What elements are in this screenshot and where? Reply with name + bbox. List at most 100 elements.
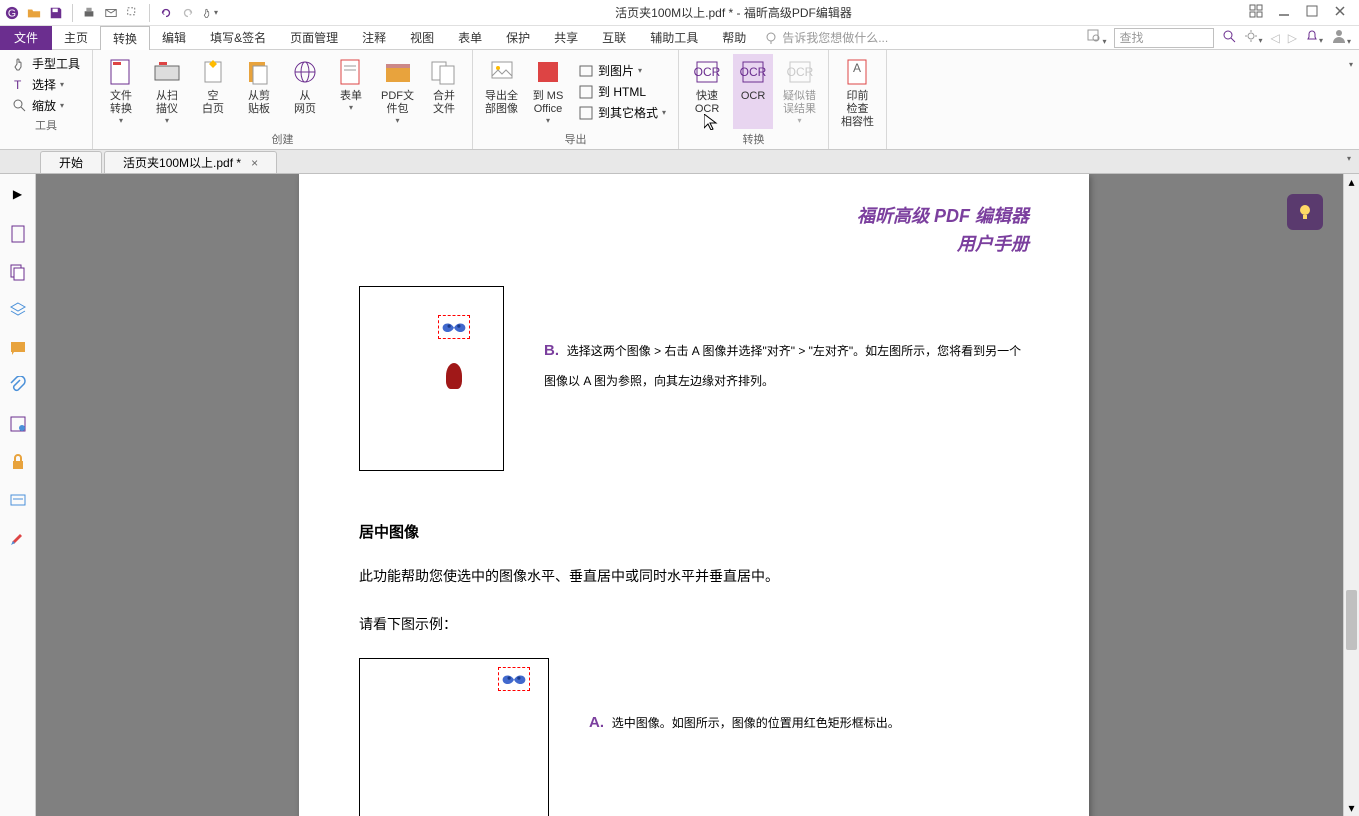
menu-form[interactable]: 表单	[446, 26, 494, 50]
lightbulb-icon	[764, 31, 778, 45]
quick-ocr-button[interactable]: OCR快速 OCR	[687, 54, 727, 129]
settings-gear-icon[interactable]: ▾	[1244, 29, 1262, 46]
attachments-icon[interactable]	[8, 376, 28, 396]
vertical-scrollbar[interactable]: ▴ ▾	[1343, 174, 1359, 816]
butterfly-image	[498, 667, 530, 691]
form-fields-icon[interactable]	[8, 490, 28, 510]
list-item-a: A. 选中图像。如图所示，图像的位置用红色矩形框标出。	[589, 708, 1029, 738]
menu-edit[interactable]: 编辑	[150, 26, 198, 50]
layers-icon[interactable]	[8, 300, 28, 320]
comments-icon[interactable]	[8, 338, 28, 358]
svg-text:OCR: OCR	[786, 65, 813, 79]
form-button[interactable]: 表单▾	[331, 54, 371, 129]
ribbon-collapse-icon[interactable]: ▾	[1349, 60, 1353, 69]
fullscreen-icon[interactable]	[1249, 4, 1263, 21]
bell-icon[interactable]: ▾	[1305, 29, 1323, 46]
file-convert-button[interactable]: 文件 转换▾	[101, 54, 141, 129]
maximize-icon[interactable]	[1305, 4, 1319, 21]
security-icon[interactable]	[8, 452, 28, 472]
bookmarks-icon[interactable]	[8, 224, 28, 244]
window-title: 活页夹100M以上.pdf * - 福昕高级PDF编辑器	[218, 4, 1249, 21]
ocr-button[interactable]: OCROCR	[733, 54, 773, 129]
to-html-button[interactable]: 到 HTML	[574, 82, 670, 101]
svg-text:A: A	[853, 61, 861, 75]
document-tabs: 开始 活页夹100M以上.pdf *× ▾	[0, 150, 1359, 174]
paragraph: 此功能帮助您使选中的图像水平、垂直居中或同时水平并垂直居中。	[359, 562, 1029, 590]
ocr-suspect-button[interactable]: OCR疑似错 误结果▾	[779, 54, 820, 129]
create-group-label: 创建	[272, 129, 294, 147]
save-icon[interactable]	[48, 5, 64, 21]
search-go-icon[interactable]	[1222, 29, 1236, 46]
menu-protect[interactable]: 保护	[494, 26, 542, 50]
minimize-icon[interactable]	[1277, 4, 1291, 21]
redo-icon[interactable]	[180, 5, 196, 21]
menu-fillsign[interactable]: 填写&签名	[198, 26, 278, 50]
pages-icon[interactable]	[8, 262, 28, 282]
nav-next-icon[interactable]: ▷	[1288, 31, 1297, 45]
tab-document[interactable]: 活页夹100M以上.pdf *×	[104, 151, 277, 173]
select-tool[interactable]: T选择▾	[8, 75, 84, 94]
tools-group-label: 工具	[35, 115, 57, 133]
blank-page-button[interactable]: 空 白页	[193, 54, 233, 129]
example-image-box-2	[359, 658, 549, 816]
svg-text:T: T	[14, 78, 22, 92]
menu-convert[interactable]: 转换	[100, 26, 150, 50]
titlebar: G ▾ 活页夹100M以上.pdf * - 福昕高级PDF编辑器	[0, 0, 1359, 26]
menu-pagemgmt[interactable]: 页面管理	[278, 26, 350, 50]
from-scanner-button[interactable]: 从扫 描仪▾	[147, 54, 187, 129]
menu-home[interactable]: 主页	[52, 26, 100, 50]
menu-view[interactable]: 视图	[398, 26, 446, 50]
menu-share[interactable]: 共享	[542, 26, 590, 50]
close-icon[interactable]	[1333, 4, 1347, 21]
sidebar: ▶	[0, 174, 36, 816]
document-canvas[interactable]: 福昕高级 PDF 编辑器 用户手册 B. 选择这两个图像 > 右击 A 图像并选…	[36, 174, 1343, 816]
mail-icon[interactable]	[103, 5, 119, 21]
tellme-search[interactable]: 告诉我您想做什么...	[758, 29, 888, 46]
nav-prev-icon[interactable]: ◁	[1271, 31, 1280, 45]
user-icon[interactable]: ▾	[1331, 28, 1351, 47]
section-heading: 居中图像	[359, 521, 1029, 542]
menubar: 文件 主页 转换 编辑 填写&签名 页面管理 注释 视图 表单 保护 共享 互联…	[0, 26, 1359, 50]
open-icon[interactable]	[26, 5, 42, 21]
example-image-box	[359, 286, 504, 471]
zoom-tool[interactable]: 缩放▾	[8, 96, 84, 115]
undo-icon[interactable]	[158, 5, 174, 21]
menu-help[interactable]: 帮助	[710, 26, 758, 50]
scroll-up-icon[interactable]: ▴	[1344, 174, 1359, 190]
menu-comment[interactable]: 注释	[350, 26, 398, 50]
hand-tool[interactable]: 手型工具	[8, 54, 84, 73]
to-other-button[interactable]: 到其它格式▾	[574, 103, 670, 122]
tab-start[interactable]: 开始	[40, 151, 102, 173]
menu-connect[interactable]: 互联	[590, 26, 638, 50]
search-dropdown-icon[interactable]: ▾	[1086, 28, 1106, 47]
menu-assist[interactable]: 辅助工具	[638, 26, 710, 50]
hand-dropdown-icon[interactable]: ▾	[202, 5, 218, 21]
from-clipboard-button[interactable]: 从剪 贴板	[239, 54, 279, 129]
export-group-label: 导出	[565, 129, 587, 147]
print-icon[interactable]	[81, 5, 97, 21]
tips-lightbulb-icon[interactable]	[1287, 194, 1323, 230]
scroll-track[interactable]	[1344, 190, 1359, 800]
app-icon: G	[4, 5, 20, 21]
pawn-image	[446, 363, 462, 389]
to-image-button[interactable]: 到图片▾	[574, 61, 670, 80]
butterfly-image	[438, 315, 470, 339]
scroll-thumb[interactable]	[1346, 590, 1357, 650]
paragraph: 请看下图示例：	[359, 610, 1029, 638]
signatures-icon[interactable]	[8, 414, 28, 434]
sign-pen-icon[interactable]	[8, 528, 28, 548]
merge-button[interactable]: 合并 文件	[424, 54, 464, 129]
sidebar-toggle[interactable]: ▶	[12, 182, 24, 206]
from-web-button[interactable]: 从 网页	[285, 54, 325, 129]
doc-title: 福昕高级 PDF 编辑器	[359, 202, 1029, 228]
snapshot-icon[interactable]	[125, 5, 141, 21]
scroll-down-icon[interactable]: ▾	[1344, 800, 1359, 816]
search-input[interactable]: 查找	[1114, 28, 1214, 48]
tab-close-icon[interactable]: ×	[251, 156, 258, 170]
file-menu[interactable]: 文件	[0, 26, 52, 50]
to-ms-office-button[interactable]: 到 MS Office▾	[528, 54, 568, 129]
pdf-package-button[interactable]: PDF文 件包▾	[377, 54, 418, 129]
preflight-button[interactable]: A印前 检查 相容性	[837, 54, 878, 145]
export-images-button[interactable]: 导出全 部图像	[481, 54, 522, 129]
tabs-collapse-icon[interactable]: ▾	[1347, 154, 1351, 163]
